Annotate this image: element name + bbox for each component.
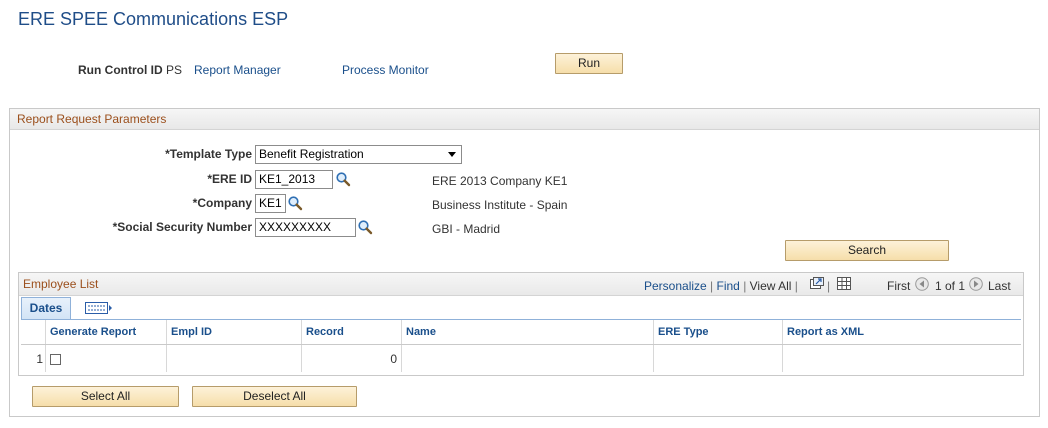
group-title: Report Request Parameters	[17, 112, 167, 126]
column-header-name[interactable]: Name	[401, 320, 654, 345]
lookup-magnifier-icon[interactable]	[335, 171, 351, 187]
ere-id-label: *ERE ID	[207, 172, 252, 186]
process-monitor-link[interactable]: Process Monitor	[342, 63, 429, 77]
column-header-ere-type[interactable]: ERE Type	[653, 320, 783, 345]
template-type-value: Benefit Registration	[259, 147, 364, 161]
table-row: 1 0	[21, 344, 1022, 373]
ere-type-cell	[653, 344, 783, 372]
grid-navigation: Personalize | Find | View All |	[644, 279, 798, 293]
deselect-all-button[interactable]: Deselect All	[192, 386, 357, 407]
employee-list-grid: Employee List Personalize | Find | View …	[18, 272, 1024, 376]
column-header-row-number	[21, 320, 46, 345]
employee-table: Generate Report Empl ID Record Name ERE …	[21, 320, 1021, 372]
ssn-description: GBI - Madrid	[432, 222, 501, 236]
column-header-record[interactable]: Record	[301, 320, 402, 345]
company-input[interactable]: KE1	[255, 194, 286, 213]
group-header: Report Request Parameters	[10, 109, 1039, 130]
first-label: First	[887, 279, 911, 293]
report-manager-link[interactable]: Report Manager	[194, 63, 281, 77]
company-label: *Company	[192, 196, 252, 210]
empl-id-cell	[166, 344, 302, 372]
grid-header: Employee List Personalize | Find | View …	[19, 273, 1023, 296]
tab-dates[interactable]: Dates	[21, 297, 71, 319]
nav-separator: |	[794, 279, 798, 293]
employee-list-title: Employee List	[23, 277, 99, 291]
company-description: Business Institute - Spain	[432, 198, 568, 212]
search-button[interactable]: Search	[785, 240, 949, 261]
column-header-empl-id[interactable]: Empl ID	[166, 320, 302, 345]
template-type-label: *Template Type	[165, 147, 252, 161]
run-control-value: PS	[166, 63, 183, 77]
previous-arrow-icon[interactable]	[915, 277, 929, 291]
new-window-icon[interactable]	[810, 277, 824, 290]
run-control-label: Run Control ID	[78, 63, 163, 77]
generate-report-checkbox[interactable]	[50, 353, 61, 365]
nav-separator: |	[827, 279, 831, 293]
next-arrow-icon[interactable]	[969, 277, 983, 291]
column-header-generate-report[interactable]: Generate Report	[45, 320, 167, 345]
view-all-link[interactable]: View All	[750, 279, 792, 293]
show-all-columns-icon[interactable]	[85, 300, 113, 316]
ssn-label: *Social Security Number	[112, 220, 252, 234]
row-number: 1	[21, 344, 46, 372]
report-as-xml-cell	[783, 345, 1022, 373]
name-cell	[401, 344, 654, 372]
run-button[interactable]: Run	[555, 53, 623, 74]
chevron-down-icon	[448, 152, 456, 157]
generate-report-cell	[45, 344, 167, 372]
select-all-button[interactable]: Select All	[32, 386, 179, 407]
page-range-label: 1 of 1	[935, 279, 966, 293]
ere-id-input[interactable]: KE1_2013	[255, 170, 333, 189]
personalize-link[interactable]: Personalize	[644, 279, 707, 293]
lookup-magnifier-icon[interactable]	[357, 219, 373, 235]
template-type-select[interactable]: Benefit Registration	[255, 145, 462, 164]
find-link[interactable]: Find	[717, 279, 740, 293]
grid-download-icon[interactable]	[837, 277, 851, 290]
lookup-magnifier-icon[interactable]	[287, 195, 303, 211]
ere-id-description: ERE 2013 Company KE1	[432, 174, 568, 188]
last-label: Last	[988, 279, 1011, 293]
record-cell: 0	[301, 344, 402, 372]
page-title: ERE SPEE Communications ESP	[18, 9, 289, 29]
column-header-report-as-xml[interactable]: Report as XML	[782, 320, 1021, 345]
ssn-input[interactable]: XXXXXXXXX	[255, 218, 356, 237]
table-header-row: Generate Report Empl ID Record Name ERE …	[21, 320, 1021, 345]
